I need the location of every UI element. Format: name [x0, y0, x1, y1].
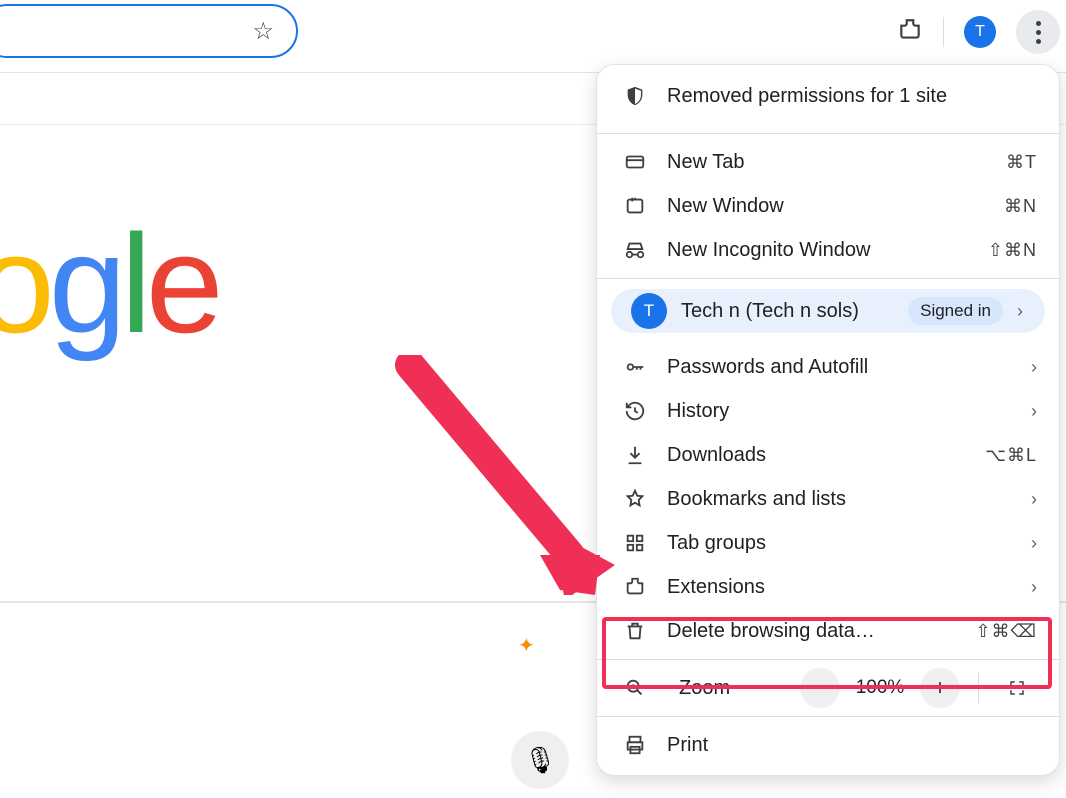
shortcut-chip-icon: 🎙: [511, 731, 569, 789]
google-logo: oogle: [0, 203, 218, 365]
print-icon: [617, 734, 653, 756]
chevron-right-icon: ›: [1023, 401, 1037, 422]
chevron-right-icon: ›: [1023, 533, 1037, 554]
profile-avatar-icon: T: [631, 293, 667, 329]
menu-tab-groups[interactable]: Tab groups ›: [597, 521, 1059, 565]
menu-label: Print: [653, 734, 1037, 757]
shield-icon: [617, 85, 653, 107]
menu-profile[interactable]: T Tech n (Tech n sols) Signed in ›: [611, 289, 1045, 333]
star-icon: [617, 488, 653, 510]
menu-label: New Tab: [653, 151, 1006, 174]
browser-toolbar: ☆ T: [0, 0, 1066, 72]
chevron-right-icon: ›: [1009, 301, 1023, 322]
menu-separator: [597, 278, 1059, 279]
menu-extensions[interactable]: Extensions ›: [597, 565, 1059, 609]
menu-incognito[interactable]: New Incognito Window ⇧⌘N: [597, 228, 1059, 272]
menu-label: Downloads: [653, 444, 985, 467]
menu-print[interactable]: Print: [597, 723, 1059, 767]
zoom-in-button[interactable]: +: [920, 668, 960, 708]
menu-label: Tech n (Tech n sols): [667, 300, 908, 323]
menu-new-window[interactable]: New Window ⌘N: [597, 184, 1059, 228]
trash-icon: [617, 620, 653, 642]
chevron-right-icon: ›: [1023, 577, 1037, 598]
menu-separator: [597, 716, 1059, 717]
profile-avatar[interactable]: T: [964, 16, 996, 48]
menu-shortcut: ⇧⌘N: [988, 240, 1037, 261]
menu-label: New Incognito Window: [653, 239, 988, 262]
zoom-value: 100%: [852, 677, 908, 699]
menu-separator: [597, 133, 1059, 134]
menu-label: Tab groups: [653, 532, 1023, 555]
key-icon: [617, 356, 653, 378]
star-icon[interactable]: ☆: [252, 17, 274, 46]
window-icon: [617, 195, 653, 217]
download-icon: [617, 444, 653, 466]
menu-label: History: [653, 400, 1023, 423]
history-icon: [617, 400, 653, 422]
menu-downloads[interactable]: Downloads ⌥⌘L: [597, 433, 1059, 477]
zoom-icon: [617, 677, 653, 699]
menu-label: New Window: [653, 195, 1004, 218]
signed-in-badge: Signed in: [908, 297, 1003, 325]
chevron-right-icon: ›: [1023, 489, 1037, 510]
toolbar-right: T: [897, 10, 1060, 54]
fullscreen-button[interactable]: [997, 668, 1037, 708]
incognito-icon: [617, 239, 653, 261]
menu-bookmarks[interactable]: Bookmarks and lists ›: [597, 477, 1059, 521]
grid-icon: [617, 532, 653, 554]
address-bar[interactable]: ☆: [0, 4, 298, 58]
menu-shortcut: ⌘T: [1006, 152, 1037, 173]
tab-icon: [617, 151, 653, 173]
menu-new-tab[interactable]: New Tab ⌘T: [597, 140, 1059, 184]
menu-removed-permissions[interactable]: Removed permissions for 1 site: [597, 65, 1059, 127]
menu-passwords[interactable]: Passwords and Autofill ›: [597, 345, 1059, 389]
menu-label: Extensions: [653, 576, 1023, 599]
extensions-icon[interactable]: [897, 17, 923, 48]
menu-zoom: Zoom − 100% +: [597, 666, 1059, 710]
menu-shortcut: ⇧⌘⌫: [975, 621, 1037, 642]
separator: [978, 673, 979, 703]
separator: [943, 17, 944, 47]
menu-shortcut: ⌥⌘L: [985, 445, 1037, 466]
chevron-right-icon: ›: [1023, 357, 1037, 378]
menu-history[interactable]: History ›: [597, 389, 1059, 433]
menu-separator: [597, 659, 1059, 660]
sparkle-icon: ✦: [518, 633, 535, 658]
chrome-menu: Removed permissions for 1 site New Tab ⌘…: [596, 64, 1060, 776]
zoom-out-button[interactable]: −: [800, 668, 840, 708]
menu-label: Passwords and Autofill: [653, 356, 1023, 379]
menu-delete-browsing-data[interactable]: Delete browsing data… ⇧⌘⌫: [597, 609, 1059, 653]
menu-label: Delete browsing data…: [653, 620, 975, 643]
menu-label: Bookmarks and lists: [653, 488, 1023, 511]
puzzle-icon: [617, 576, 653, 598]
menu-shortcut: ⌘N: [1004, 196, 1037, 217]
menu-label: Zoom: [665, 677, 788, 700]
menu-label: Removed permissions for 1 site: [653, 85, 1037, 108]
shortcut-tile[interactable]: 🎙 O Is A Wo…: [480, 731, 600, 798]
more-button[interactable]: [1016, 10, 1060, 54]
